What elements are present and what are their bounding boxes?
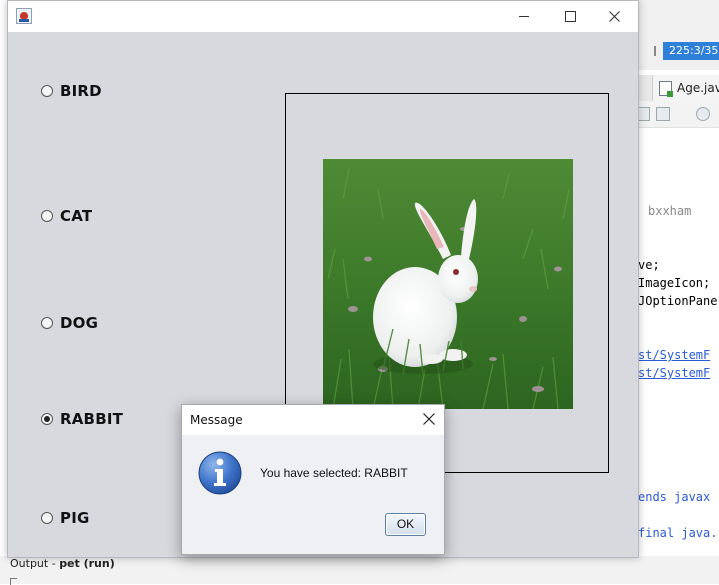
radio-button-selected[interactable] bbox=[41, 413, 53, 425]
code-line: final java. bbox=[638, 526, 718, 540]
radio-option-pig[interactable]: PIG bbox=[41, 509, 90, 527]
java-app-icon bbox=[16, 8, 32, 24]
dialog-titlebar[interactable]: Message bbox=[182, 405, 444, 435]
radio-option-cat[interactable]: CAT bbox=[41, 207, 92, 225]
minimize-icon bbox=[519, 16, 529, 17]
message-dialog: Message You have selected: RABBIT OK bbox=[181, 404, 445, 555]
output-project: pet (run) bbox=[59, 557, 115, 570]
radio-label: BIRD bbox=[60, 82, 102, 100]
rabbit-photo bbox=[323, 159, 573, 409]
dialog-message: You have selected: RABBIT bbox=[260, 466, 408, 480]
maximize-button[interactable] bbox=[548, 1, 594, 32]
radio-label: PIG bbox=[60, 509, 90, 527]
window-titlebar[interactable] bbox=[8, 1, 638, 32]
code-editor[interactable]: bxxham ve; ImageIcon; JOptionPane st/Sys… bbox=[638, 128, 719, 548]
output-prefix: Output - bbox=[10, 557, 60, 570]
radio-label: DOG bbox=[60, 314, 99, 332]
maximize-icon bbox=[565, 11, 576, 22]
dialog-title: Message bbox=[190, 413, 243, 427]
radio-option-rabbit[interactable]: RABBIT bbox=[41, 410, 123, 428]
toolbar-icon[interactable] bbox=[656, 107, 670, 121]
search-icon[interactable] bbox=[696, 107, 710, 121]
tab-age-java[interactable]: Age.java bbox=[652, 75, 719, 101]
editor-toolbar bbox=[636, 101, 719, 128]
radio-button[interactable] bbox=[41, 85, 53, 97]
code-line: JOptionPane bbox=[638, 294, 718, 308]
ide-separator bbox=[654, 46, 656, 56]
dialog-close-button[interactable] bbox=[414, 405, 444, 435]
code-line: bxxham bbox=[648, 204, 692, 218]
ok-button[interactable]: OK bbox=[385, 513, 426, 536]
code-line: ve; bbox=[638, 258, 660, 272]
radio-option-bird[interactable]: BIRD bbox=[41, 82, 102, 100]
close-icon bbox=[609, 11, 620, 22]
radio-button[interactable] bbox=[41, 512, 53, 524]
code-line: ends javax bbox=[638, 490, 711, 504]
close-icon bbox=[423, 413, 435, 425]
code-line: st/SystemF bbox=[638, 348, 711, 362]
code-line: ImageIcon; bbox=[638, 276, 711, 290]
radio-option-dog[interactable]: DOG bbox=[41, 314, 98, 332]
cursor-position-indicator: 225:3/352 bbox=[663, 42, 719, 60]
radio-label: RABBIT bbox=[60, 410, 124, 428]
output-tab[interactable]: Output - pet (run) bbox=[10, 557, 115, 570]
code-line: st/SystemF bbox=[638, 366, 711, 380]
tab-label: Age.java bbox=[677, 81, 719, 95]
radio-label: CAT bbox=[60, 207, 93, 225]
radio-button[interactable] bbox=[41, 210, 53, 222]
information-icon bbox=[197, 450, 243, 496]
editor-tab-bar: Age.java bbox=[638, 75, 719, 102]
minimize-button[interactable] bbox=[502, 1, 548, 32]
radio-button[interactable] bbox=[41, 317, 53, 329]
rabbit-image bbox=[323, 159, 573, 409]
java-file-icon bbox=[659, 81, 673, 97]
close-button[interactable] bbox=[592, 1, 638, 32]
